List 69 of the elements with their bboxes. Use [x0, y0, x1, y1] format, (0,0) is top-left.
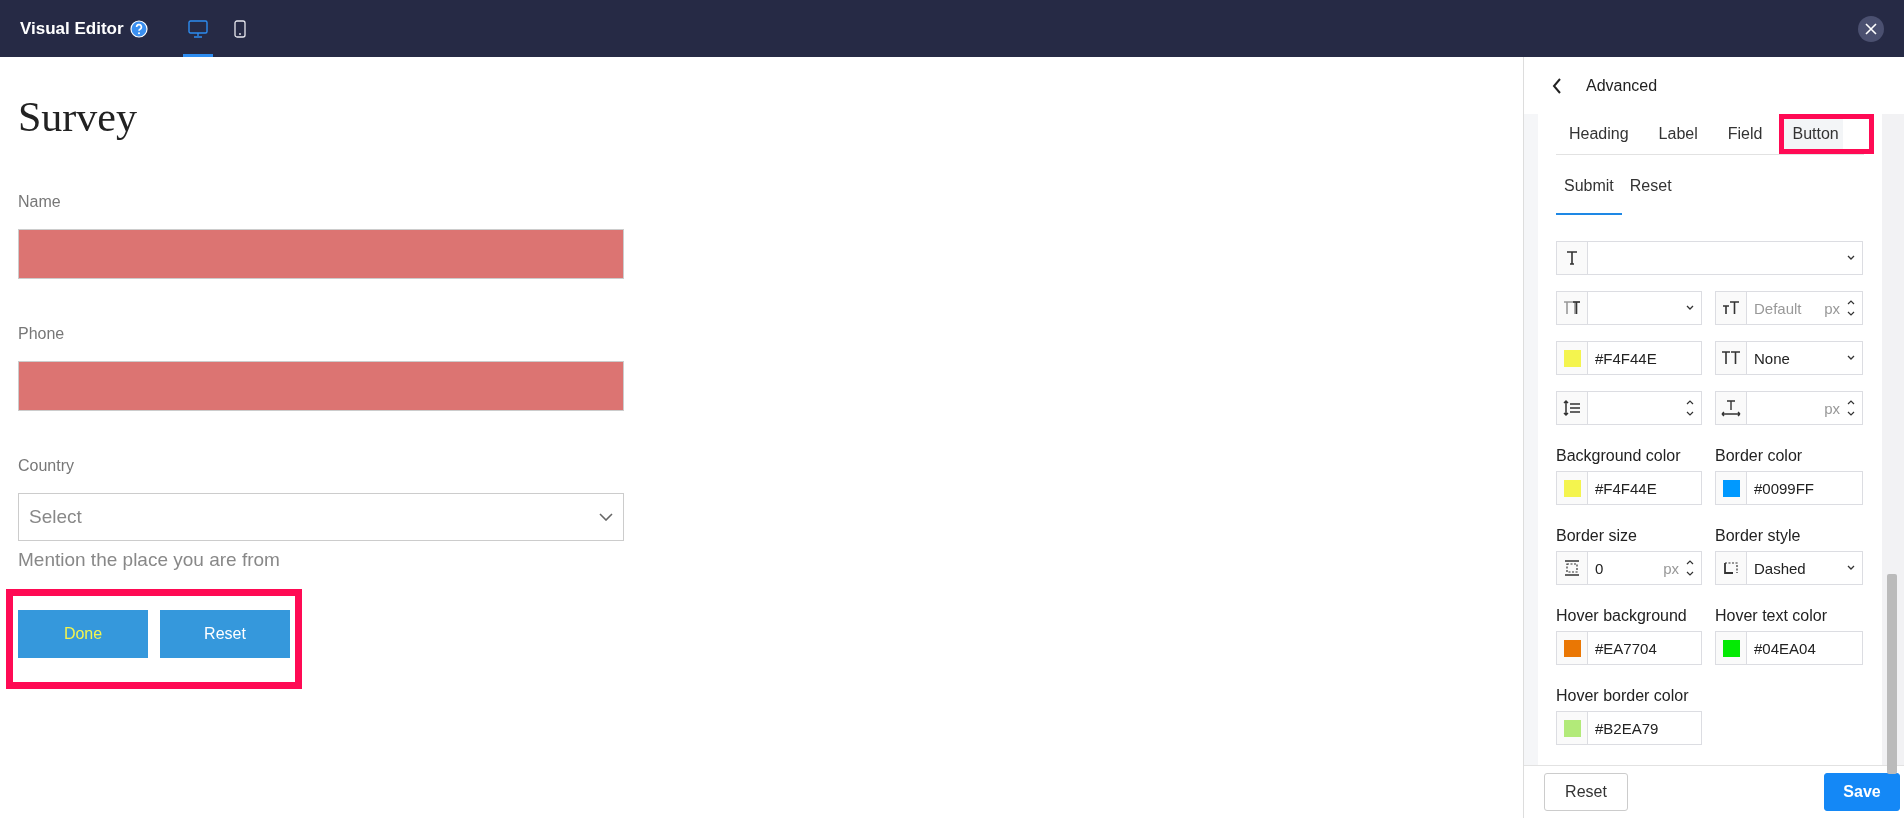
chevron-icon [1846, 565, 1856, 571]
form-heading: Survey [18, 93, 138, 141]
select-field[interactable]: Select [18, 493, 624, 541]
reset-button[interactable]: Reset [1544, 773, 1628, 811]
control-label: Background color [1556, 447, 1682, 465]
tab[interactable]: Label [1645, 114, 1711, 154]
spinner-icon[interactable] [1685, 558, 1695, 578]
font-weight-icon [1562, 299, 1582, 317]
spinner-icon[interactable] [1846, 298, 1856, 318]
color-swatch[interactable] [1563, 719, 1581, 737]
color-field[interactable]: #F4F44E [1556, 341, 1702, 375]
input-field[interactable] [18, 361, 624, 411]
select-field[interactable] [1556, 241, 1863, 275]
select-field[interactable]: None [1715, 341, 1863, 375]
sub-tab[interactable]: Submit [1556, 161, 1622, 215]
help-text: Mention the place you are from [18, 549, 281, 571]
scrollbar-thumb[interactable] [1887, 574, 1897, 774]
color-field[interactable]: #B2EA79 [1556, 711, 1702, 745]
tab[interactable]: Button [1779, 114, 1874, 154]
panel-title: Advanced [1586, 76, 1658, 95]
color-field[interactable]: #EA7704 [1556, 631, 1702, 665]
chevron-icon [599, 513, 613, 521]
field-label: Phone [18, 325, 66, 343]
close-icon [1865, 22, 1877, 35]
border-size-icon [1562, 559, 1582, 577]
color-swatch[interactable] [1722, 639, 1740, 657]
color-swatch[interactable] [1722, 479, 1740, 497]
color-swatch[interactable] [1563, 349, 1581, 367]
help-icon[interactable] [129, 19, 148, 38]
select-field[interactable] [1556, 291, 1702, 325]
font-size-icon [1721, 299, 1741, 317]
tab[interactable]: Heading [1556, 114, 1642, 154]
text-case-icon [1721, 349, 1741, 367]
letter-spacing-icon [1721, 399, 1741, 417]
window-title: Visual Editor [20, 18, 124, 39]
field-label: Name [18, 193, 62, 211]
chevron-icon [1685, 305, 1695, 311]
monitor-icon [187, 19, 208, 38]
number-field[interactable]: 0 px [1556, 551, 1702, 585]
tab[interactable]: Field [1714, 114, 1776, 154]
unit-label: px [1824, 399, 1840, 417]
color-field[interactable]: #F4F44E [1556, 471, 1702, 505]
unit-label: px [1824, 299, 1840, 317]
color-swatch[interactable] [1563, 639, 1581, 657]
control-label: Hover background [1556, 607, 1688, 625]
save-button[interactable]: Save [1824, 773, 1900, 811]
phone-icon [233, 19, 246, 38]
control-label: Border size [1556, 527, 1638, 545]
color-field[interactable]: #0099FF [1715, 471, 1863, 505]
color-field[interactable]: #04EA04 [1715, 631, 1863, 665]
back-icon[interactable] [1552, 77, 1562, 94]
control-label: Hover border color [1556, 687, 1690, 705]
spinner-icon[interactable] [1685, 398, 1695, 418]
sub-tab[interactable]: Reset [1621, 161, 1680, 215]
unit-label: px [1663, 559, 1679, 577]
control-label: Border color [1715, 447, 1804, 465]
control-label: Hover text color [1715, 607, 1829, 625]
field-label: Country [18, 457, 76, 475]
chevron-icon [1846, 255, 1856, 261]
chevron-icon [1846, 355, 1856, 361]
number-field[interactable] [1556, 391, 1702, 425]
close-button[interactable] [1858, 15, 1884, 42]
line-height-icon [1562, 399, 1582, 417]
border-style-icon [1721, 559, 1741, 577]
select-field[interactable]: Dashed [1715, 551, 1863, 585]
input-field[interactable] [18, 229, 624, 279]
control-label: Border style [1715, 527, 1802, 545]
color-swatch[interactable] [1563, 479, 1581, 497]
spinner-icon[interactable] [1846, 398, 1856, 418]
